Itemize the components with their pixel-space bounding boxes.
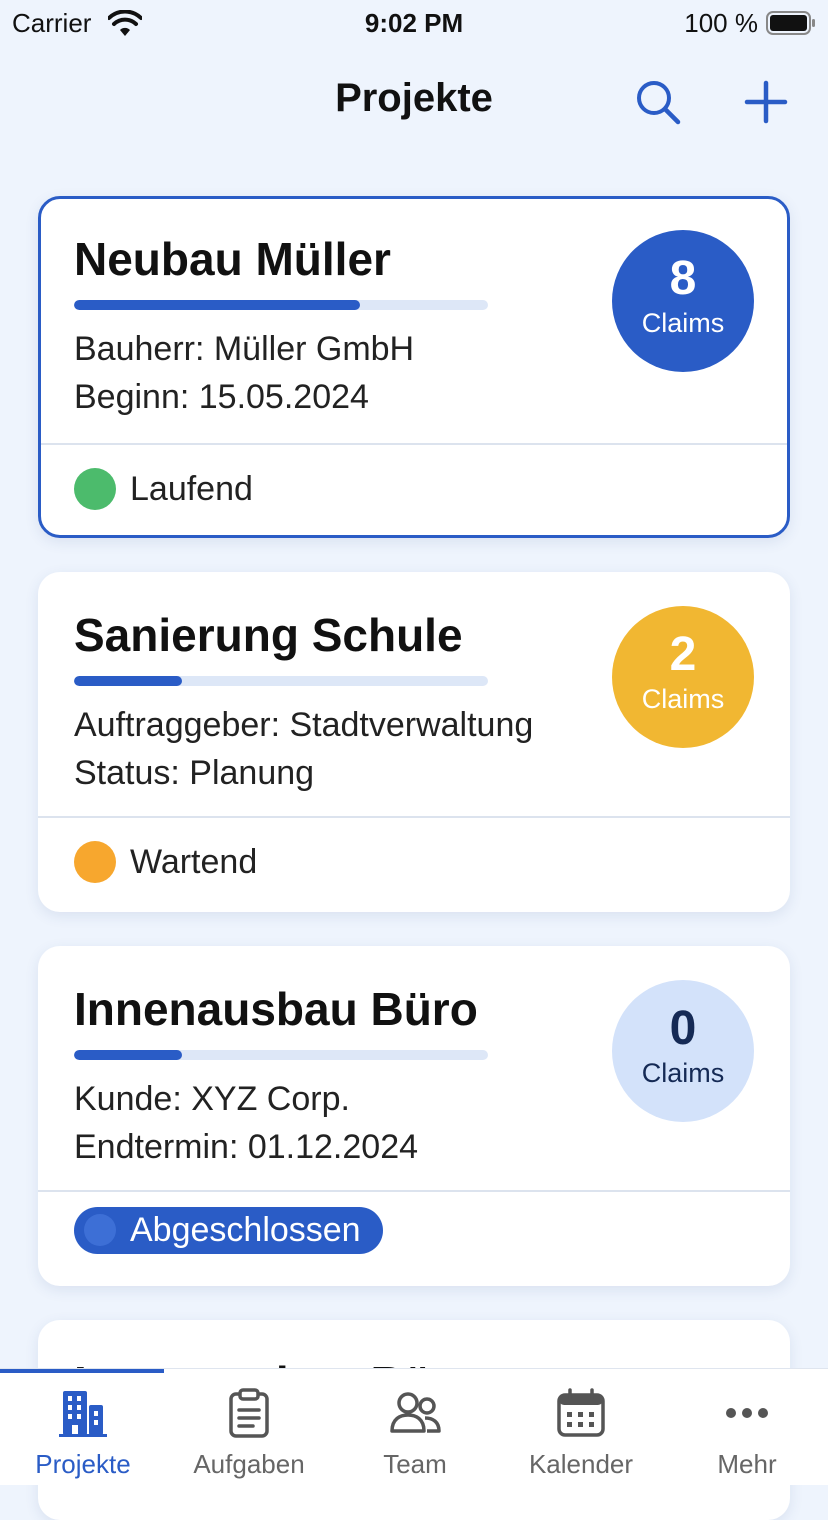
progress-bar	[74, 300, 488, 310]
tab-mehr[interactable]: Mehr	[664, 1369, 828, 1485]
tab-label: Projekte	[35, 1449, 131, 1479]
search-icon[interactable]	[632, 76, 684, 128]
calendar-icon	[557, 1388, 605, 1437]
claims-label: Claims	[641, 1058, 725, 1088]
status-pill: Abgeschlossen	[74, 1206, 383, 1254]
battery-icon	[766, 11, 815, 35]
status-row: Laufend	[74, 467, 253, 511]
claims-badge[interactable]: 0 Claims	[612, 980, 754, 1122]
progress-bar	[74, 1050, 488, 1060]
battery-percent: 100 %	[684, 8, 758, 38]
tab-label: Team	[383, 1449, 447, 1479]
status-dot	[74, 841, 116, 883]
project-end-date: Endtermin: 01.12.2024	[74, 1128, 419, 1166]
clipboard-icon	[229, 1388, 269, 1438]
status-label: Abgeschlossen	[130, 1210, 361, 1249]
status-row: Abgeschlossen	[74, 1206, 383, 1254]
status-dot	[74, 468, 116, 510]
project-phase: Status: Planung	[74, 754, 315, 792]
project-title: Neubau Müller	[74, 233, 391, 285]
tab-team[interactable]: Team	[332, 1369, 498, 1485]
project-client: Bauherr: Müller GmbH	[74, 330, 415, 368]
more-icon	[726, 1408, 768, 1418]
building-icon	[59, 1391, 107, 1437]
project-card[interactable]: Innenausbau Büro Kunde: XYZ Corp. Endter…	[38, 946, 790, 1286]
claims-label: Claims	[641, 308, 725, 338]
page-title: Projekte	[335, 76, 493, 120]
divider	[41, 443, 787, 445]
tab-projekte[interactable]: Projekte	[0, 1369, 166, 1485]
project-client: Auftraggeber: Stadtverwaltung	[74, 706, 534, 744]
status-dot	[84, 1214, 116, 1246]
tab-aufgaben[interactable]: Aufgaben	[166, 1369, 332, 1485]
project-title: Innenausbau Büro	[74, 983, 478, 1035]
status-bar: Carrier 9:02 PM 100 %	[0, 0, 828, 48]
progress-bar	[74, 676, 488, 686]
claims-badge[interactable]: 8 Claims	[612, 230, 754, 372]
claims-count: 2	[669, 628, 697, 681]
project-card[interactable]: Neubau Müller Bauherr: Müller GmbH Begin…	[38, 196, 790, 538]
status-row: Wartend	[74, 840, 257, 884]
project-title: Sanierung Schule	[74, 609, 463, 661]
project-client: Kunde: XYZ Corp.	[74, 1080, 350, 1118]
tab-bar: Projekte Aufgaben Team Kalender Mehr	[0, 1368, 828, 1485]
claims-count: 0	[669, 1002, 697, 1055]
status-label: Laufend	[130, 469, 253, 508]
status-label: Wartend	[130, 842, 258, 881]
claims-count: 8	[669, 252, 697, 305]
tab-label: Mehr	[717, 1449, 777, 1479]
team-icon	[390, 1392, 441, 1433]
claims-badge[interactable]: 2 Claims	[612, 606, 754, 748]
tab-label: Kalender	[528, 1449, 634, 1479]
project-card[interactable]: Sanierung Schule Auftraggeber: Stadtverw…	[38, 572, 790, 912]
plus-icon[interactable]	[740, 76, 792, 128]
tab-kalender[interactable]: Kalender	[498, 1369, 664, 1485]
claims-label: Claims	[641, 684, 725, 714]
tab-label: Aufgaben	[193, 1449, 305, 1479]
divider	[38, 816, 790, 818]
project-start-date: Beginn: 15.05.2024	[74, 378, 369, 416]
divider	[38, 1190, 790, 1192]
